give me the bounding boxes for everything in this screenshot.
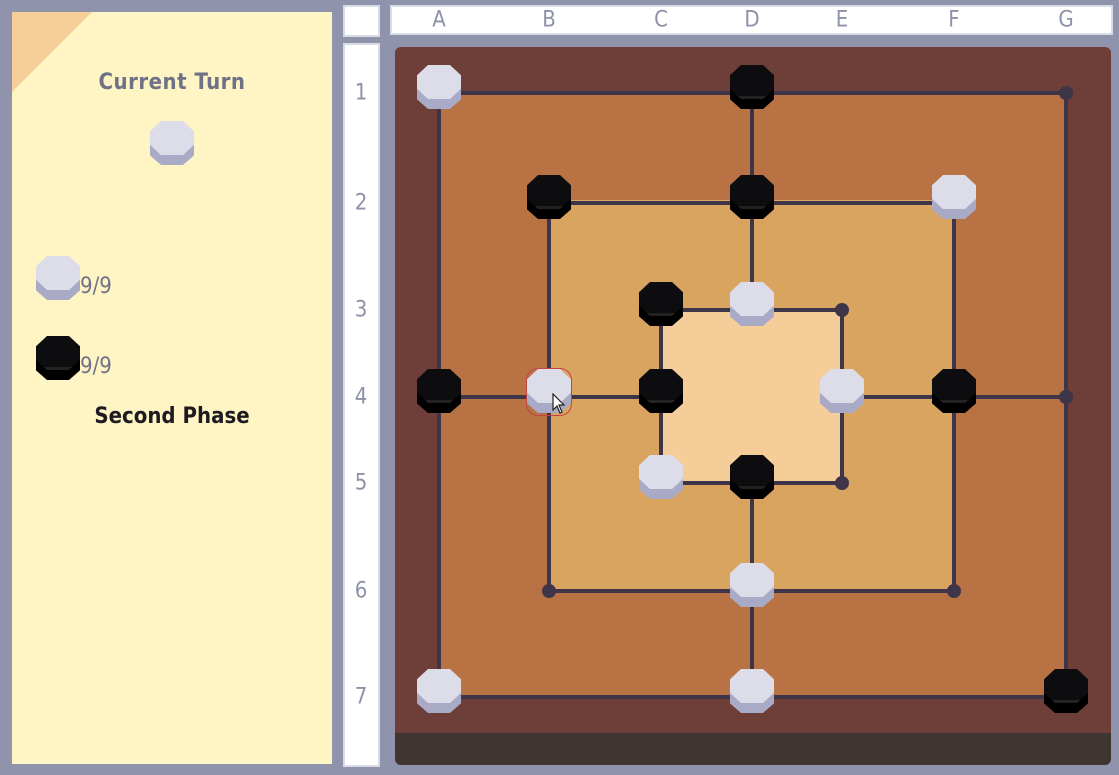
white-piece-d7[interactable] [730,669,774,713]
black-piece-d5[interactable] [730,455,774,499]
white-piece-f2[interactable] [932,175,976,219]
current-turn-title: Current Turn [98,70,246,95]
white-piece-e4[interactable] [820,369,864,413]
black-piece-d2[interactable] [730,175,774,219]
mouse-cursor-icon [552,393,566,414]
white-piece-count: 9/9 [80,274,112,299]
board-lines [437,86,1073,699]
black-piece-b2[interactable] [527,175,571,219]
black-piece-c4[interactable] [639,369,683,413]
black-piece-a4[interactable] [417,369,461,413]
board-point-e5[interactable] [835,476,849,490]
row-label-3: 3 [354,297,368,323]
board-point-g4[interactable] [1059,390,1073,404]
column-label-e: E [835,7,849,33]
black-piece-c3[interactable] [639,282,683,326]
row-label-4: 4 [354,384,368,410]
row-label-6: 6 [354,578,368,604]
white-piece-d6[interactable] [730,563,774,607]
board-point-g1[interactable] [1059,86,1073,100]
column-label-g: G [1058,7,1074,33]
board-point-b6[interactable] [542,584,556,598]
black-piece-g7[interactable] [1044,669,1088,713]
game-phase-label: Second Phase [94,404,250,429]
column-label-a: A [432,7,446,33]
row-ruler: 1 2 3 4 5 6 7 [343,43,380,767]
info-panel: Current Turn 9/9 9/9 Second Phase [12,12,332,764]
row-label-2: 2 [354,190,368,216]
white-piece-a1[interactable] [417,65,461,109]
white-piece-a7[interactable] [417,669,461,713]
black-piece-counter-icon [36,336,80,380]
column-ruler: A B C D E F G [390,5,1113,35]
column-label-f: F [948,7,960,33]
row-label-1: 1 [354,80,368,106]
black-piece-d1[interactable] [730,65,774,109]
black-piece-count: 9/9 [80,354,112,379]
board-point-f6[interactable] [947,584,961,598]
white-piece-c5[interactable] [639,455,683,499]
column-label-d: D [744,7,760,33]
row-label-7: 7 [354,684,368,710]
white-piece-counter-icon [36,256,80,300]
current-turn-piece-icon [150,121,194,165]
board-point-e3[interactable] [835,303,849,317]
black-piece-f4[interactable] [932,369,976,413]
column-label-b: B [542,7,556,33]
ruler-corner [343,5,380,37]
white-piece-d3[interactable] [730,282,774,326]
game-board [395,47,1111,765]
column-label-c: C [654,7,668,33]
row-label-5: 5 [354,470,368,496]
